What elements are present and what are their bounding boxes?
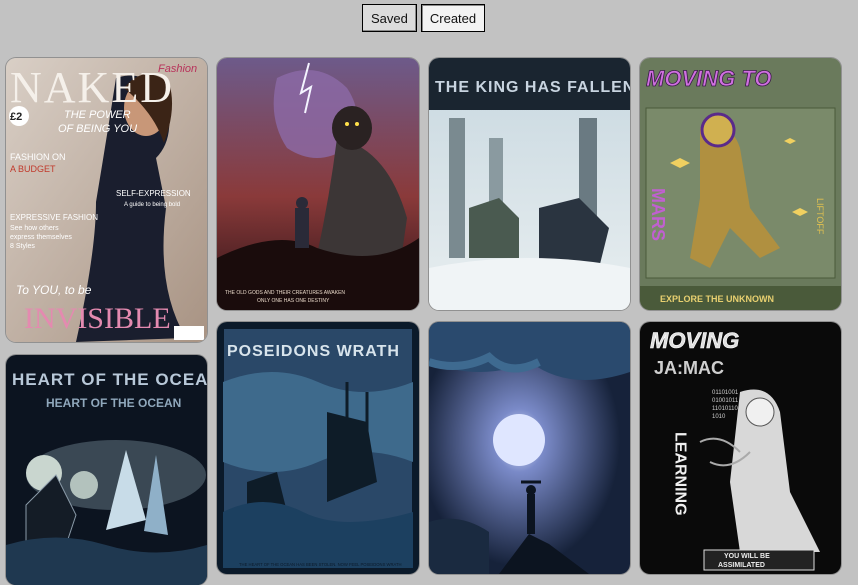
gallery-column-4: MOVING TO MARS LIFTOFF EXPLORE THE UNKNO… xyxy=(640,58,841,574)
poster-learning[interactable]: MOVING JA:MAC 01101001 01001011 11010110… xyxy=(640,322,841,574)
gallery-column-1: NAKED Fashion £2 THE POWER OF BEING YOU … xyxy=(6,58,207,585)
poster-binary-3: 11010110 xyxy=(712,406,738,412)
poster-budget-1: FASHION ON xyxy=(10,152,66,162)
poster-expressive-3: 8 Styles xyxy=(10,243,35,250)
poster-expressive-1: See how others xyxy=(10,225,59,232)
poster-moving-to-mars[interactable]: MOVING TO MARS LIFTOFF EXPLORE THE UNKNO… xyxy=(640,58,841,310)
poster-self-expression: SELF-EXPRESSION xyxy=(116,189,191,198)
poster-binary-4: 1010 xyxy=(712,414,726,420)
poster-caption: THE HEART OF THE OCEAN HAS BEEN STOLEN. … xyxy=(239,562,402,567)
poster-caption-1: THE OLD GODS AND THEIR CREATURES AWAKEN xyxy=(225,290,345,296)
tab-created[interactable]: Created xyxy=(420,4,486,32)
poster-price: £2 xyxy=(10,111,22,123)
poster-old-gods[interactable]: THE OLD GODS AND THEIR CREATURES AWAKEN … xyxy=(217,58,419,310)
view-tabs: Saved Created xyxy=(362,4,486,32)
poster-footer-1: YOU WILL BE xyxy=(724,553,770,560)
poster-footer: EXPLORE THE UNKNOWN xyxy=(660,294,774,304)
poster-side-text: LEARNING xyxy=(672,432,689,516)
poster-king-has-fallen[interactable]: THE KING HAS FALLEN xyxy=(429,58,630,310)
poster-expressive-2: express themselves xyxy=(10,234,72,241)
poster-side-text: LIFTOFF xyxy=(815,198,825,235)
poster-brand: Fashion xyxy=(158,63,197,75)
poster-title: POSEIDONS WRATH xyxy=(227,343,400,360)
poster-expressive-title: EXPRESSIVE FASHION xyxy=(10,213,98,222)
poster-naked-fashion[interactable]: NAKED Fashion £2 THE POWER OF BEING YOU … xyxy=(6,58,207,342)
poster-tagline: To YOU, to be xyxy=(16,283,92,297)
gallery-column-2: THE OLD GODS AND THEIR CREATURES AWAKEN … xyxy=(217,58,419,574)
poster-caption-2: ONLY ONE HAS ONE DESTINY xyxy=(257,298,330,304)
poster-budget-2: A BUDGET xyxy=(10,164,56,174)
poster-headline-1: THE POWER xyxy=(64,109,131,121)
poster-subtitle: HEART OF THE OCEAN xyxy=(46,396,181,410)
poster-self-expression-sub: A guide to being bold xyxy=(124,202,180,208)
poster-masthead: NAKED xyxy=(10,63,174,112)
poster-binary-2: 01001011 xyxy=(712,398,739,404)
poster-moon-warrior[interactable] xyxy=(429,322,630,574)
poster-title-side: MARS xyxy=(648,188,668,241)
gallery-column-3: THE KING HAS FALLEN xyxy=(429,58,630,574)
poster-title: MOVING xyxy=(650,328,739,353)
poster-poseidons-wrath[interactable]: POSEIDONS WRATH THE HEART OF THE OCEAN H… xyxy=(217,322,419,574)
tab-saved[interactable]: Saved xyxy=(362,4,417,32)
poster-heart-of-the-ocean[interactable]: HEART OF THE OCEAN HEART OF THE OCEAN xyxy=(6,355,207,585)
poster-title: HEART OF THE OCEAN xyxy=(12,370,207,389)
poster-footer-2: ASSIMILATED xyxy=(718,562,765,569)
poster-tagline-big: INVISIBLE xyxy=(24,302,171,335)
poster-title-2: JA:MAC xyxy=(654,358,724,378)
poster-title: THE KING HAS FALLEN xyxy=(435,79,630,96)
poster-binary-1: 01101001 xyxy=(712,390,739,396)
poster-headline-2: OF BEING YOU xyxy=(58,123,137,135)
poster-title-top: MOVING TO xyxy=(646,66,772,91)
